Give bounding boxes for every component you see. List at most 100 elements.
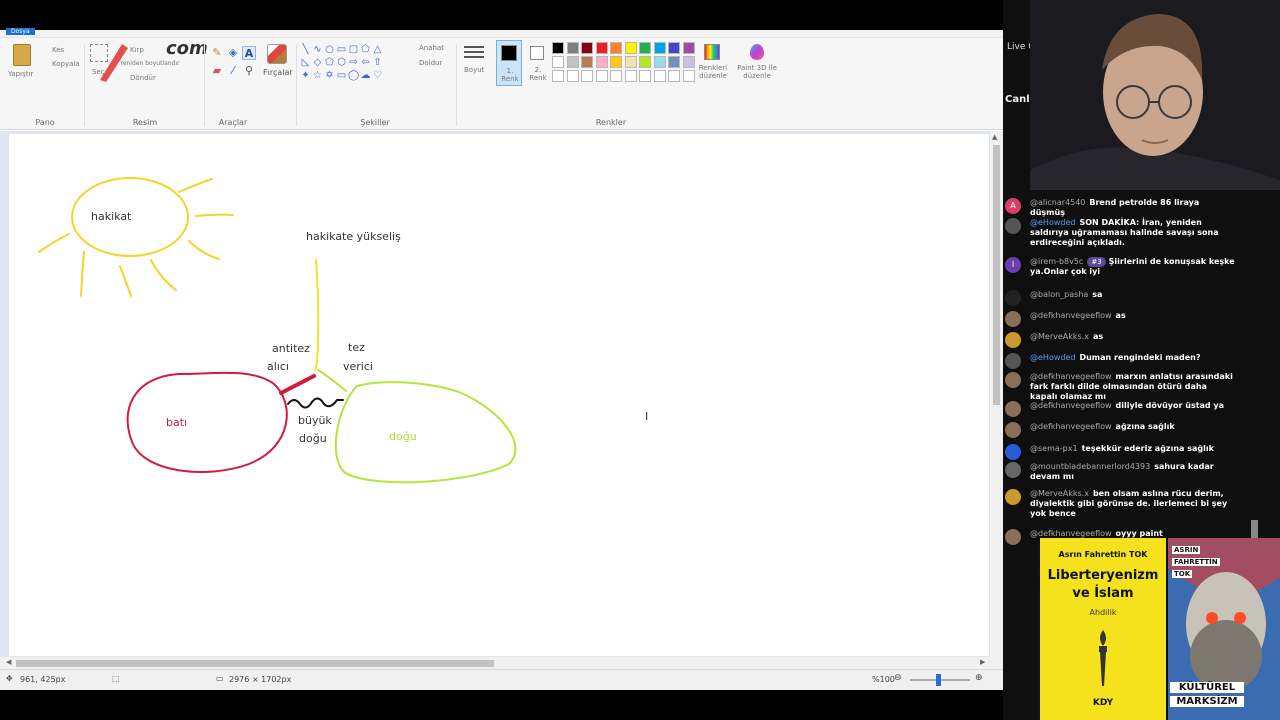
line-shape-icon[interactable]: ╲	[300, 44, 311, 55]
chat-author[interactable]: @MerveAkks.x	[1030, 489, 1089, 498]
palette-swatch-empty[interactable]	[610, 70, 622, 82]
palette-swatch-empty[interactable]	[639, 70, 651, 82]
palette-swatch[interactable]	[624, 42, 637, 54]
palette-swatch[interactable]	[610, 42, 622, 54]
palette-swatch[interactable]	[639, 56, 651, 68]
palette-swatch[interactable]	[581, 56, 593, 68]
star6-shape-icon[interactable]: ✡	[324, 70, 335, 81]
chat-author[interactable]: @defkhanvegeeflow	[1030, 372, 1112, 381]
palette-swatch[interactable]	[552, 56, 564, 68]
palette-swatch[interactable]	[595, 42, 608, 54]
vertical-scrollbar[interactable]: ▲ ▼	[990, 131, 1003, 687]
diamond-shape-icon[interactable]: ◇	[312, 57, 323, 68]
arrow-up-shape-icon[interactable]: ⇧	[372, 57, 383, 68]
eraser-icon[interactable]: ▰	[210, 64, 224, 78]
pentagon-shape-icon[interactable]: ⬠	[324, 57, 335, 68]
chat-author[interactable]: @defkhanvegeeflow	[1030, 422, 1112, 431]
star4-shape-icon[interactable]: ✦	[300, 70, 311, 81]
chat-avatar[interactable]	[1005, 372, 1021, 388]
paint3d-button[interactable]: Paint 3D ile düzenle	[734, 42, 780, 88]
palette-swatch[interactable]	[682, 42, 695, 54]
palette-swatch-empty[interactable]	[653, 70, 666, 82]
palette-swatch[interactable]	[639, 42, 651, 54]
star5-shape-icon[interactable]: ☆	[312, 70, 323, 81]
right-triangle-shape-icon[interactable]: ◺	[300, 57, 311, 68]
palette-swatch[interactable]	[595, 56, 608, 68]
fill-button[interactable]: Doldur	[419, 59, 442, 67]
fill-bucket-icon[interactable]: ◈	[226, 46, 240, 60]
palette-swatch-empty[interactable]	[552, 70, 564, 82]
chat-author[interactable]: @defkhanvegeeflow	[1030, 529, 1112, 538]
chat-avatar[interactable]	[1005, 332, 1021, 348]
arrow-right-shape-icon[interactable]: ⇨	[348, 57, 359, 68]
palette-swatch[interactable]	[653, 56, 666, 68]
palette-swatch-empty[interactable]	[682, 70, 695, 82]
size-button[interactable]: Boyut	[462, 44, 486, 88]
palette-swatch[interactable]	[682, 56, 695, 68]
palette-swatch[interactable]	[566, 42, 579, 54]
polygon-shape-icon[interactable]: ⬠	[360, 44, 371, 55]
palette-swatch[interactable]	[581, 42, 593, 54]
chat-avatar[interactable]	[1005, 353, 1021, 369]
chat-avatar[interactable]	[1005, 422, 1021, 438]
palette-swatch-empty[interactable]	[624, 70, 637, 82]
zoom-out-button[interactable]: ⊖	[894, 673, 902, 683]
chat-avatar[interactable]	[1005, 529, 1021, 545]
shapes-gallery[interactable]: ╲ ∿ ○ ▭ ▢ ⬠ △ ◺ ◇ ⬠ ⬡ ⇨ ⇦ ⇧ ✦ ☆ ✡ ▭ ◯ ☁	[300, 44, 396, 84]
arrow-left-shape-icon[interactable]: ⇦	[360, 57, 371, 68]
chat-author[interactable]: @defkhanvegeeflow	[1030, 401, 1112, 410]
chat-avatar[interactable]	[1005, 444, 1021, 460]
palette-swatch-empty[interactable]	[566, 70, 579, 82]
curve-shape-icon[interactable]: ∿	[312, 44, 323, 55]
color-picker-icon[interactable]: ⁄	[226, 64, 240, 78]
cloud-shape-icon[interactable]: ☁	[360, 70, 371, 81]
hscroll-thumb[interactable]	[16, 660, 494, 667]
palette-swatch[interactable]	[668, 56, 680, 68]
palette-swatch[interactable]	[566, 56, 579, 68]
palette-swatch[interactable]	[552, 42, 564, 54]
rounded-rect-shape-icon[interactable]: ▢	[348, 44, 359, 55]
zoom-slider[interactable]	[910, 674, 970, 686]
color2-button[interactable]: 2. Renk	[526, 40, 548, 86]
callout-oval-shape-icon[interactable]: ◯	[348, 70, 359, 81]
heart-shape-icon[interactable]: ♡	[372, 70, 383, 81]
chat-author[interactable]: @defkhanvegeeflow	[1030, 311, 1112, 320]
palette-swatch[interactable]	[624, 56, 637, 68]
file-tab[interactable]: Dosya	[6, 28, 35, 35]
chat-avatar[interactable]	[1005, 290, 1021, 306]
hscroll-left-icon[interactable]: ◀	[6, 658, 11, 666]
oval-shape-icon[interactable]: ○	[324, 44, 335, 55]
chat-author[interactable]: @eHowded	[1030, 353, 1075, 362]
palette-swatch-empty[interactable]	[581, 70, 593, 82]
hexagon-shape-icon[interactable]: ⬡	[336, 57, 347, 68]
pencil-icon[interactable]: ✎	[210, 46, 224, 60]
chat-avatar[interactable]: A	[1005, 198, 1021, 214]
magnifier-icon[interactable]: ⚲	[242, 64, 256, 78]
vscroll-up-icon[interactable]: ▲	[992, 133, 997, 141]
chat-author[interactable]: @mountbladebannerlord4393	[1030, 462, 1150, 471]
chat-author[interactable]: @eHowded	[1030, 218, 1075, 227]
palette-swatch[interactable]	[653, 42, 666, 54]
edit-colors-button[interactable]: Renkleri düzenle	[698, 42, 728, 88]
hscroll-right-icon[interactable]: ▶	[980, 658, 985, 666]
chat-scrollbar-thumb[interactable]	[1251, 520, 1258, 538]
chat-author[interactable]: @MerveAkks.x	[1030, 332, 1089, 341]
chat-author[interactable]: @sema-px1	[1030, 444, 1078, 453]
chat-author[interactable]: @balon_pasha	[1030, 290, 1088, 299]
chat-avatar[interactable]	[1005, 462, 1021, 478]
palette-swatch[interactable]	[610, 56, 622, 68]
palette-swatch-empty[interactable]	[668, 70, 680, 82]
rectangle-shape-icon[interactable]: ▭	[336, 44, 347, 55]
drawing-canvas[interactable]: hakikat hakikate yükseliş antitez alıcı …	[9, 134, 989, 656]
zoom-in-button[interactable]: ⊕	[975, 673, 983, 683]
outline-button[interactable]: Anahat	[419, 44, 444, 52]
chat-avatar[interactable]	[1005, 401, 1021, 417]
chat-author[interactable]: @irem-b8v5c	[1030, 257, 1083, 266]
chat-avatar[interactable]	[1005, 311, 1021, 327]
chat-avatar[interactable]: I	[1005, 257, 1021, 273]
triangle-shape-icon[interactable]: △	[372, 44, 383, 55]
color1-button[interactable]: 1. Renk	[496, 40, 522, 86]
zoom-slider-thumb[interactable]	[936, 674, 941, 686]
palette-swatch[interactable]	[668, 42, 680, 54]
text-icon[interactable]: A	[242, 46, 256, 60]
